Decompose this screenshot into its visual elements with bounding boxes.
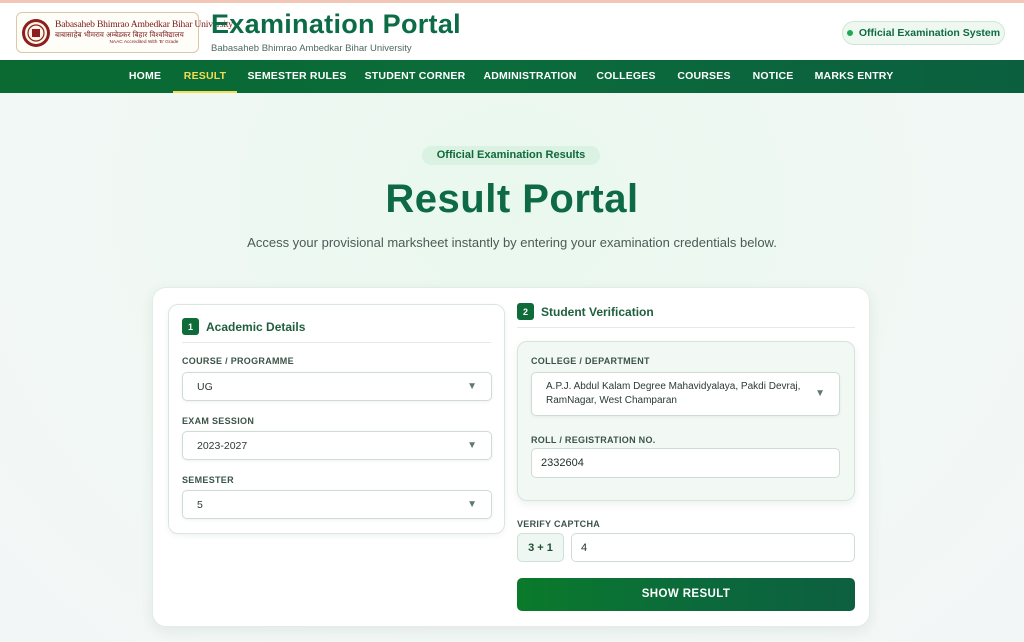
status-dot-icon	[846, 30, 853, 36]
captcha-label: VERIFY CAPTCHA	[517, 519, 601, 529]
verification-panel: COLLEGE / DEPARTMENT A.P.J. Abdul Kalam …	[517, 341, 855, 501]
academic-details-heading: 1 Academic Details	[182, 318, 305, 335]
step-number-2: 2	[517, 303, 534, 320]
exam-session-select-value: 2023-2027	[197, 440, 248, 452]
captcha-answer-input[interactable]: 4	[571, 533, 855, 562]
nav-item-marks-entry[interactable]: MARKS ENTRY	[806, 60, 902, 93]
course-select[interactable]: UG ▼	[182, 372, 492, 401]
nav-item-semester-rules[interactable]: SEMESTER RULES	[240, 60, 354, 93]
academic-details-panel: 1 Academic Details COURSE / PROGRAMME UG…	[168, 304, 505, 534]
page-title: Examination Portal	[211, 9, 461, 39]
chevron-down-icon: ▼	[467, 439, 477, 451]
roll-number-input[interactable]: 2332604	[531, 448, 840, 478]
nav-item-result[interactable]: RESULT	[173, 60, 237, 93]
site-header: Babasaheb Bhimrao Ambedkar Bihar Univers…	[0, 3, 1024, 60]
show-result-button[interactable]: SHOW RESULT	[517, 578, 855, 611]
nav-item-colleges[interactable]: COLLEGES	[588, 60, 664, 93]
portal-title: Result Portal	[385, 177, 639, 221]
logo-accreditation: NAAC Accredited With 'B' Grade	[109, 39, 179, 45]
semester-label: SEMESTER	[182, 475, 234, 485]
college-label: COLLEGE / DEPARTMENT	[531, 356, 650, 366]
chevron-down-icon: ▼	[467, 380, 477, 392]
course-select-value: UG	[197, 381, 213, 393]
page-subtitle: Babasaheb Bhimrao Ambedkar Bihar Univers…	[211, 43, 412, 54]
logo-english-name: Babasaheb Bhimrao Ambedkar Bihar Univers…	[55, 18, 233, 30]
college-name-line1: A.P.J. Abdul Kalam Degree Mahavidyalaya,…	[546, 381, 801, 392]
academic-details-title: Academic Details	[206, 319, 306, 334]
chevron-down-icon: ▼	[467, 498, 477, 510]
nav-item-courses[interactable]: COURSES	[668, 60, 740, 93]
nav-item-administration[interactable]: ADMINISTRATION	[476, 60, 584, 93]
chevron-down-icon: ▼	[815, 388, 825, 399]
main-content: Official Examination Results Result Port…	[0, 93, 1024, 642]
college-name-line2: RamNagar, West Champaran	[546, 395, 677, 406]
semester-select-value: 5	[197, 499, 203, 511]
student-verification-title: Student Verification	[541, 304, 654, 319]
main-navigation: HOME RESULT SEMESTER RULES STUDENT CORNE…	[0, 60, 1024, 93]
university-seal-icon	[22, 18, 50, 47]
course-label: COURSE / PROGRAMME	[182, 356, 294, 366]
result-form-card: 1 Academic Details COURSE / PROGRAMME UG…	[152, 287, 870, 627]
exam-session-label: EXAM SESSION	[182, 416, 255, 426]
college-select-value: A.P.J. Abdul Kalam Degree Mahavidyalaya,…	[546, 380, 800, 408]
nav-item-student-corner[interactable]: STUDENT CORNER	[358, 60, 472, 93]
university-logo[interactable]: Babasaheb Bhimrao Ambedkar Bihar Univers…	[16, 12, 233, 53]
logo-hindi-name: बाबासाहेब भीमराव अम्बेडकर बिहार विश्वविद…	[55, 30, 184, 40]
roll-number-label: ROLL / REGISTRATION NO.	[531, 435, 656, 445]
exam-session-select[interactable]: 2023-2027 ▼	[182, 431, 492, 460]
college-select[interactable]: A.P.J. Abdul Kalam Degree Mahavidyalaya,…	[531, 372, 840, 416]
captcha-question: 3 + 1	[517, 533, 564, 562]
semester-select[interactable]: 5 ▼	[182, 490, 492, 519]
step-number-1: 1	[182, 318, 199, 335]
portal-description: Access your provisional marksheet instan…	[247, 235, 777, 250]
nav-item-notice[interactable]: NOTICE	[744, 60, 802, 93]
student-verification-heading: 2 Student Verification	[517, 303, 654, 320]
results-badge: Official Examination Results	[422, 146, 600, 165]
status-badge-label: Official Examination System	[858, 27, 1001, 39]
section-divider	[517, 327, 855, 328]
status-badge: Official Examination System	[842, 21, 1005, 45]
nav-item-home[interactable]: HOME	[118, 60, 172, 93]
section-divider	[182, 342, 491, 343]
